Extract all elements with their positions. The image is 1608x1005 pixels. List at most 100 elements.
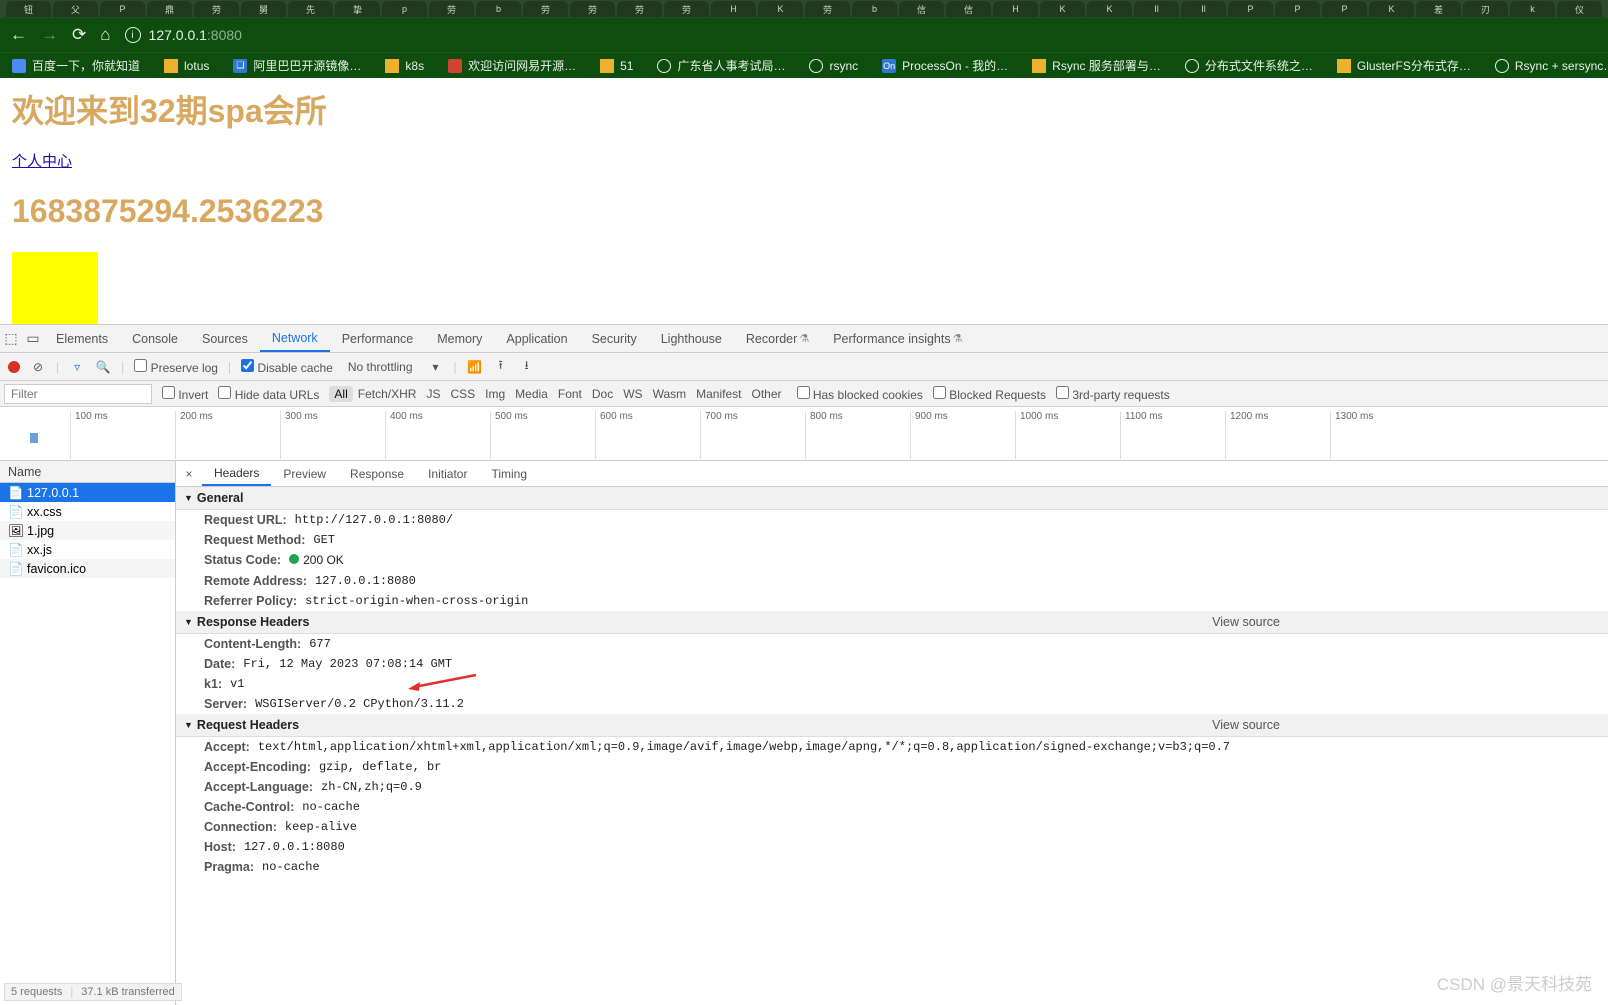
bookmark-item[interactable]: lotus <box>164 59 209 73</box>
network-conditions-icon[interactable]: 📶 <box>467 360 483 374</box>
browser-tab[interactable]: 刃 <box>1463 1 1508 17</box>
tab-memory[interactable]: Memory <box>425 325 494 352</box>
browser-tab[interactable]: p <box>382 1 427 17</box>
browser-tab[interactable]: K <box>1087 1 1132 17</box>
browser-tab[interactable]: 父 <box>53 1 98 17</box>
bookmark-item[interactable]: 欢迎访问网易开源… <box>448 57 576 74</box>
browser-tab[interactable]: 劳 <box>805 1 850 17</box>
browser-tab[interactable]: 劳 <box>617 1 662 17</box>
view-source-link-2[interactable]: View source <box>1212 718 1280 732</box>
browser-tab[interactable]: k <box>1510 1 1555 17</box>
browser-tab[interactable]: 信 <box>899 1 944 17</box>
filter-type-manifest[interactable]: Manifest <box>691 386 746 402</box>
throttling-select[interactable]: No throttling <box>343 358 418 376</box>
browser-tab[interactable]: K <box>1369 1 1414 17</box>
third-party-checkbox[interactable]: 3rd-party requests <box>1056 386 1170 402</box>
device-toggle-icon[interactable]: ▭ <box>22 330 44 347</box>
filter-type-ws[interactable]: WS <box>618 386 647 402</box>
bookmark-item[interactable]: 分布式文件系统之… <box>1185 57 1313 74</box>
invert-checkbox[interactable]: Invert <box>162 386 208 402</box>
browser-tab[interactable]: 劳 <box>664 1 709 17</box>
preserve-log-checkbox[interactable]: Preserve log <box>134 359 218 375</box>
browser-tab[interactable]: P <box>1228 1 1273 17</box>
bookmark-item[interactable]: 51 <box>600 59 633 73</box>
filter-type-wasm[interactable]: Wasm <box>648 386 692 402</box>
request-row[interactable]: 📄xx.css <box>0 502 175 521</box>
response-headers-section[interactable]: ▼Response HeadersView source <box>176 611 1608 634</box>
bookmark-item[interactable]: OnProcessOn - 我的… <box>882 57 1008 74</box>
bookmark-item[interactable]: Rsync 服务部署与… <box>1032 57 1161 74</box>
element-picker-icon[interactable]: ⬚ <box>0 330 22 347</box>
browser-tab[interactable]: H <box>711 1 756 17</box>
disable-cache-checkbox[interactable]: Disable cache <box>241 359 333 375</box>
browser-tab[interactable]: P <box>100 1 145 17</box>
reload-button[interactable]: ⟳ <box>72 25 86 45</box>
omnibox[interactable]: i 127.0.0.1:8080 <box>125 27 242 43</box>
site-info-icon[interactable]: i <box>125 27 141 43</box>
close-detail-button[interactable]: × <box>176 467 202 481</box>
import-icon[interactable]: ⭱ <box>493 356 509 377</box>
filter-type-font[interactable]: Font <box>553 386 587 402</box>
personal-center-link[interactable]: 个人中心 <box>12 153 72 170</box>
general-section-header[interactable]: ▼General <box>176 487 1608 510</box>
tab-elements[interactable]: Elements <box>44 325 120 352</box>
bookmark-item[interactable]: GlusterFS分布式存… <box>1337 57 1471 74</box>
browser-tab[interactable]: 鼎 <box>147 1 192 17</box>
tab-recorder[interactable]: Recorder⚗ <box>734 325 821 352</box>
request-headers-section[interactable]: ▼Request HeadersView source <box>176 714 1608 737</box>
filter-type-fetch-xhr[interactable]: Fetch/XHR <box>353 386 422 402</box>
detail-tab-headers[interactable]: Headers <box>202 461 271 486</box>
tab-network[interactable]: Network <box>260 325 330 352</box>
bookmark-item[interactable]: k8s <box>385 59 424 73</box>
filter-type-all[interactable]: All <box>329 386 352 402</box>
browser-tab[interactable]: 钮 <box>6 1 51 17</box>
request-row[interactable]: 📄127.0.0.1 <box>0 483 175 502</box>
tab-lighthouse[interactable]: Lighthouse <box>649 325 734 352</box>
network-timeline[interactable]: 100 ms200 ms300 ms400 ms500 ms600 ms700 … <box>0 407 1608 461</box>
back-button[interactable]: ← <box>10 25 27 45</box>
filter-input[interactable] <box>4 384 152 404</box>
tab-console[interactable]: Console <box>120 325 190 352</box>
request-row[interactable]: 🖼1.jpg <box>0 521 175 540</box>
browser-tab[interactable]: 差 <box>1416 1 1461 17</box>
chevron-down-icon[interactable]: ▾ <box>428 360 444 374</box>
search-icon[interactable]: 🔍 <box>95 360 111 374</box>
browser-tab[interactable]: b <box>852 1 897 17</box>
forward-button[interactable]: → <box>41 25 58 45</box>
tab-performance[interactable]: Performance <box>330 325 426 352</box>
browser-tab[interactable]: Il <box>1181 1 1226 17</box>
browser-tab[interactable]: K <box>758 1 803 17</box>
filter-type-other[interactable]: Other <box>746 386 786 402</box>
browser-tab[interactable]: P <box>1322 1 1367 17</box>
browser-tab[interactable]: 舅 <box>241 1 286 17</box>
export-icon[interactable]: ⭳ <box>519 356 535 377</box>
browser-tab[interactable]: P <box>1275 1 1320 17</box>
browser-tab[interactable]: Il <box>1134 1 1179 17</box>
filter-type-js[interactable]: JS <box>421 386 445 402</box>
browser-tab[interactable]: 信 <box>946 1 991 17</box>
bookmark-item[interactable]: Rsync + sersync… <box>1495 59 1608 73</box>
detail-tab-initiator[interactable]: Initiator <box>416 461 479 486</box>
detail-tab-preview[interactable]: Preview <box>271 461 338 486</box>
browser-tab[interactable]: 先 <box>288 1 333 17</box>
blocked-cookies-checkbox[interactable]: Has blocked cookies <box>797 386 923 402</box>
detail-tab-response[interactable]: Response <box>338 461 416 486</box>
hide-data-urls-checkbox[interactable]: Hide data URLs <box>218 386 319 402</box>
browser-tab[interactable]: 劳 <box>429 1 474 17</box>
detail-tab-timing[interactable]: Timing <box>479 461 539 486</box>
browser-tab[interactable]: 劳 <box>194 1 239 17</box>
bookmark-item[interactable]: rsync <box>809 59 858 73</box>
browser-tab[interactable]: 劳 <box>523 1 568 17</box>
tab-sources[interactable]: Sources <box>190 325 260 352</box>
blocked-requests-checkbox[interactable]: Blocked Requests <box>933 386 1046 402</box>
tab-application[interactable]: Application <box>494 325 579 352</box>
filter-icon[interactable]: ▿ <box>69 360 85 374</box>
bookmark-item[interactable]: 百度一下，你就知道 <box>12 57 140 74</box>
request-row[interactable]: 📄xx.js <box>0 540 175 559</box>
view-source-link[interactable]: View source <box>1212 615 1280 629</box>
tab-security[interactable]: Security <box>580 325 649 352</box>
filter-type-img[interactable]: Img <box>480 386 510 402</box>
request-row[interactable]: 📄favicon.ico <box>0 559 175 578</box>
clear-button[interactable]: ⊘ <box>30 360 46 374</box>
browser-tab[interactable]: 仪 <box>1557 1 1602 17</box>
